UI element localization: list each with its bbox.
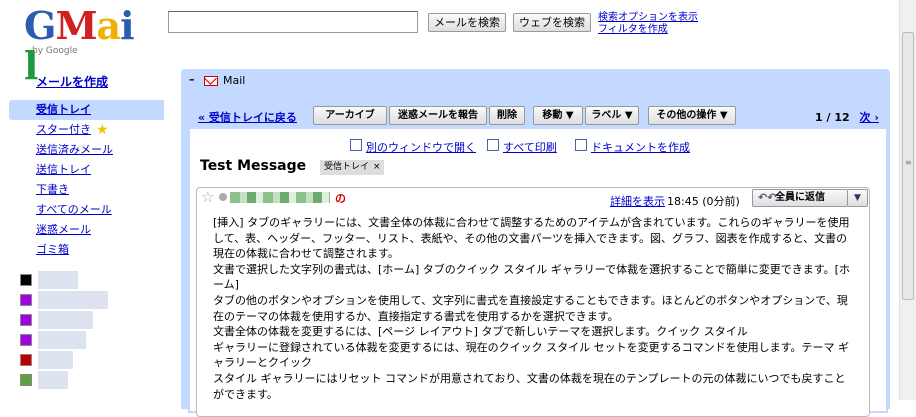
- back-to-inbox-link[interactable]: « 受信トレイに戻る: [198, 109, 297, 125]
- sidebar-item-all-mail[interactable]: すべてのメール: [9, 200, 164, 220]
- sidebar-item-label: 受信トレイ: [36, 103, 91, 116]
- label-color-swatch: [20, 354, 32, 366]
- create-document-action[interactable]: ドキュメントを作成: [575, 139, 690, 155]
- move-dropdown[interactable]: 移動 ▼: [533, 106, 583, 125]
- sidebar-item-label: 送信済みメール: [36, 143, 113, 156]
- sidebar-item-label: スター付き: [36, 123, 91, 136]
- sidebar-item-inbox[interactable]: 受信トレイ: [9, 100, 164, 120]
- remove-tag-icon[interactable]: ×: [370, 160, 384, 175]
- print-all-link[interactable]: すべて印刷: [503, 141, 557, 154]
- sender-redacted[interactable]: [230, 192, 330, 203]
- body-paragraph: [挿入] タブのギャラリーには、文書全体の体裁に合わせて調整するためのアイテムが…: [213, 216, 850, 261]
- sidebar-item-label: 下書き: [36, 183, 69, 196]
- report-spam-button[interactable]: 迷惑メールを報告: [389, 106, 487, 125]
- sidebar-item-label: ゴミ箱: [36, 243, 69, 256]
- label-color-swatch: [20, 294, 32, 306]
- star-icon: ★: [96, 122, 109, 138]
- label-name-redacted: [38, 331, 86, 349]
- sidebar-item-label: 迷惑メール: [36, 223, 91, 236]
- message-time: 18:45 (0分前): [667, 195, 740, 208]
- message-toolbar: « 受信トレイに戻る アーカイブ 迷惑メールを報告 削除 移動 ▼ ラベル ▼ …: [190, 95, 886, 129]
- message-body: [挿入] タブのギャラリーには、文書全体の体裁に合わせて調整するためのアイテムが…: [213, 215, 853, 402]
- delete-button[interactable]: 削除: [489, 106, 525, 125]
- print-icon: [487, 139, 499, 151]
- show-details-link[interactable]: 詳細を表示: [610, 193, 665, 209]
- scroll-grip-icon: ≡: [905, 158, 912, 167]
- open-new-window-link[interactable]: 別のウィンドウで開く: [366, 141, 476, 154]
- document-icon: [575, 139, 587, 151]
- body-paragraph: ギャラリーに登録されている体裁を変更するには、現在のクイック スタイル セットを…: [213, 340, 850, 370]
- search-options-link[interactable]: 検索オプションを表示: [598, 12, 698, 24]
- sidebar-item-label: 送信トレイ: [36, 163, 91, 176]
- pager-count: 1 / 12: [815, 111, 850, 124]
- mail-panel: – Mail « 受信トレイに戻る アーカイブ 迷惑メールを報告 削除 移動 ▼…: [181, 69, 890, 417]
- sidebar-item-spam[interactable]: 迷惑メール: [9, 220, 164, 240]
- sidebar-nav: 受信トレイ スター付き ★ 送信済みメール 送信トレイ 下書き すべてのメール 迷…: [9, 100, 164, 260]
- message-card: ☆ の 詳細を表示 18:45 (0分前) ↶↶ 全員に返信 ▼ [挿入] タブ…: [196, 187, 870, 417]
- new-window-icon: [350, 139, 362, 151]
- search-input[interactable]: [168, 11, 418, 33]
- reply-all-button[interactable]: ↶↶ 全員に返信: [752, 189, 848, 207]
- scrollbar-thumb[interactable]: ≡: [902, 32, 914, 300]
- by-google-text: by Google: [32, 46, 78, 56]
- open-new-window-action[interactable]: 別のウィンドウで開く: [350, 139, 476, 155]
- reply-all-label: 全員に返信: [775, 192, 825, 203]
- body-paragraph: スタイル ギャラリーにはリセット コマンドが用意されており、文書の体裁を現在のテ…: [213, 371, 846, 401]
- label-name-redacted: [38, 311, 93, 329]
- label-color-swatch: [20, 374, 32, 386]
- next-link[interactable]: 次 ›: [859, 111, 878, 124]
- label-name-redacted: [38, 351, 73, 369]
- search-links: 検索オプションを表示 フィルタを作成: [598, 12, 698, 36]
- archive-button[interactable]: アーカイブ: [313, 106, 387, 125]
- body-paragraph: 文書で選択した文字列の書式は、[ホーム] タブのクイック スタイル ギャラリーで…: [213, 262, 850, 292]
- pager: 1 / 12 次 ›: [815, 109, 879, 125]
- body-paragraph: タブの他のボタンやオプションを使用して、文字列に書式を直接設定することもできます…: [213, 293, 848, 323]
- inbox-tag[interactable]: 受信トレイ: [320, 160, 375, 175]
- sidebar-item-sent[interactable]: 送信済みメール: [9, 140, 164, 160]
- create-document-link[interactable]: ドキュメントを作成: [591, 141, 690, 154]
- print-all-action[interactable]: すべて印刷: [487, 139, 557, 155]
- reply-menu-dropdown[interactable]: ▼: [848, 189, 868, 207]
- sender-mark-icon: の: [335, 192, 346, 205]
- message-pane: « 受信トレイに戻る アーカイブ 迷惑メールを報告 削除 移動 ▼ ラベル ▼ …: [188, 93, 888, 417]
- label-name-redacted: [38, 271, 78, 289]
- reply-all-icon: ↶↶: [758, 191, 777, 204]
- search-web-button[interactable]: ウェブを検索: [513, 13, 591, 32]
- collapse-icon[interactable]: –: [189, 74, 199, 85]
- body-paragraph: 文書全体の体裁を変更するには、[ページ レイアウト] タブで新しいテーマを選択し…: [213, 325, 748, 339]
- gmail-logo[interactable]: GMail by Google: [24, 6, 144, 86]
- label-name-redacted: [38, 371, 68, 389]
- sidebar-item-trash[interactable]: ゴミ箱: [9, 240, 164, 260]
- message-subject: Test Message: [200, 158, 307, 174]
- label-color-swatch: [20, 334, 32, 346]
- label-color-swatch: [20, 314, 32, 326]
- label-color-swatch: [20, 274, 32, 286]
- mail-icon: [204, 76, 218, 86]
- sidebar-item-drafts[interactable]: 下書き: [9, 180, 164, 200]
- star-icon[interactable]: ☆: [201, 189, 214, 206]
- compose-link[interactable]: メールを作成: [36, 73, 108, 90]
- sidebar-item-starred[interactable]: スター付き ★: [9, 120, 164, 140]
- presence-icon: [219, 193, 227, 201]
- sidebar-item-label: すべてのメール: [36, 203, 112, 216]
- panel-title: Mail: [223, 74, 246, 87]
- search-mail-button[interactable]: メールを検索: [428, 13, 506, 32]
- page-scrollbar[interactable]: ≡: [899, 0, 916, 400]
- more-actions-dropdown[interactable]: その他の操作 ▼: [648, 106, 736, 125]
- create-filter-link[interactable]: フィルタを作成: [598, 24, 698, 36]
- label-name-redacted: [38, 291, 108, 309]
- sidebar-item-outbox[interactable]: 送信トレイ: [9, 160, 164, 180]
- labels-dropdown[interactable]: ラベル ▼: [585, 106, 639, 125]
